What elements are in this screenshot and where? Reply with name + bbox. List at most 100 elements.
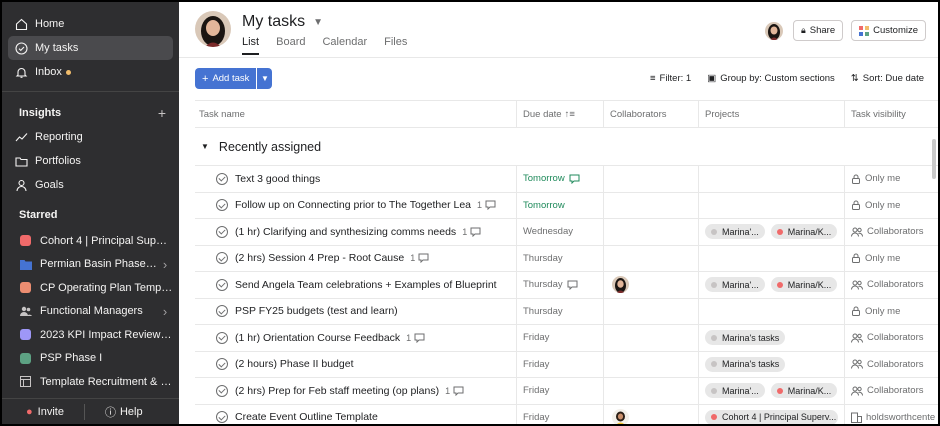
- user-avatar[interactable]: [195, 11, 231, 47]
- column-header-collaborators[interactable]: Collaborators: [604, 101, 699, 127]
- due-date-cell[interactable]: Thursday: [517, 272, 604, 298]
- collaborators-cell[interactable]: [604, 219, 699, 245]
- task-name-cell[interactable]: (2 hrs) Prep for Feb staff meeting (op p…: [195, 378, 517, 404]
- tab-list[interactable]: List: [242, 36, 260, 55]
- project-tag[interactable]: Marina/K...: [770, 383, 838, 399]
- visibility-cell[interactable]: Collaborators: [845, 378, 938, 404]
- visibility-cell[interactable]: Only me: [845, 299, 938, 325]
- column-header-projects[interactable]: Projects: [699, 101, 845, 127]
- subtask-count[interactable]: 1: [462, 227, 481, 237]
- tab-files[interactable]: Files: [384, 36, 407, 55]
- task-name-cell[interactable]: Follow up on Connecting prior to The Tog…: [195, 192, 517, 218]
- section-title[interactable]: ▼ Recently assigned: [195, 128, 517, 165]
- due-date-cell[interactable]: Thursday: [517, 245, 604, 271]
- collaborators-cell[interactable]: [604, 378, 699, 404]
- projects-cell[interactable]: [699, 245, 845, 271]
- visibility-cell[interactable]: Only me: [845, 193, 938, 219]
- task-name-cell[interactable]: (1 hr) Clarifying and synthesizing comms…: [195, 219, 517, 245]
- help-button[interactable]: Help: [120, 406, 143, 418]
- collaborators-cell[interactable]: [604, 404, 699, 424]
- collapse-triangle-icon[interactable]: ▼: [201, 142, 209, 151]
- visibility-cell[interactable]: Collaborators: [845, 352, 938, 378]
- complete-check-icon[interactable]: [216, 358, 228, 371]
- task-name[interactable]: PSP FY25 budgets (test and learn): [235, 305, 398, 317]
- project-tag[interactable]: Marina/K...: [770, 224, 838, 240]
- sort-button[interactable]: ⇅ Sort: Due date: [851, 73, 924, 84]
- collaborators-cell[interactable]: [604, 298, 699, 324]
- task-name-cell[interactable]: (2 hours) Phase II budget: [195, 351, 517, 377]
- customize-button[interactable]: Customize: [851, 20, 926, 41]
- projects-cell[interactable]: Marina's tasks: [699, 351, 845, 377]
- projects-cell[interactable]: Marina'... Marina/K...: [699, 219, 845, 245]
- member-avatar[interactable]: [764, 21, 783, 40]
- add-insight-button[interactable]: +: [158, 105, 166, 121]
- column-header-task-name[interactable]: Task name: [195, 101, 517, 127]
- scrollbar[interactable]: [932, 139, 936, 179]
- collaborator-avatar[interactable]: [612, 408, 629, 424]
- task-name-cell[interactable]: Create Event Outline Template: [195, 404, 517, 424]
- due-date-cell[interactable]: Wednesday: [517, 219, 604, 245]
- collaborators-cell[interactable]: [604, 192, 699, 218]
- add-task-button[interactable]: + Add task: [195, 68, 257, 89]
- projects-cell[interactable]: Marina'... Marina/K...: [699, 272, 845, 298]
- task-name[interactable]: Send Angela Team celebrations + Examples…: [235, 279, 497, 291]
- subtask-count[interactable]: 1: [410, 253, 429, 264]
- task-name[interactable]: (2 hrs) Session 4 Prep - Root Cause: [235, 252, 404, 264]
- collaborators-cell[interactable]: [604, 245, 699, 271]
- group-button[interactable]: ▣ Group by: Custom sections: [707, 73, 835, 84]
- complete-check-icon[interactable]: [216, 331, 228, 344]
- project-tag[interactable]: Marina'...: [705, 383, 765, 399]
- subtask-count[interactable]: 1: [477, 200, 496, 211]
- subtask-count[interactable]: 1: [406, 333, 425, 343]
- due-date-cell[interactable]: Tomorrow: [517, 192, 604, 218]
- visibility-cell[interactable]: Only me: [845, 166, 938, 192]
- complete-check-icon[interactable]: [216, 199, 228, 212]
- task-name[interactable]: Follow up on Connecting prior to The Tog…: [235, 199, 471, 211]
- collaborators-cell[interactable]: [604, 272, 699, 298]
- sidebar-item-inbox[interactable]: Inbox: [8, 60, 173, 84]
- chevron-right-icon[interactable]: ›: [157, 304, 173, 319]
- chevron-right-icon[interactable]: ›: [157, 257, 173, 272]
- table-row[interactable]: Follow up on Connecting prior to The Tog…: [195, 192, 938, 219]
- starred-item[interactable]: Permian Basin Phase ... ›: [8, 253, 173, 277]
- table-row[interactable]: Send Angela Team celebrations + Examples…: [195, 272, 938, 299]
- project-tag[interactable]: Marina's tasks: [705, 356, 786, 372]
- sidebar-item-reporting[interactable]: Reporting: [8, 125, 173, 149]
- visibility-cell[interactable]: Collaborators: [845, 219, 938, 245]
- complete-check-icon[interactable]: [216, 225, 228, 238]
- complete-check-icon[interactable]: [216, 411, 228, 424]
- complete-check-icon[interactable]: [216, 278, 228, 291]
- task-name-cell[interactable]: PSP FY25 budgets (test and learn): [195, 298, 517, 324]
- task-name[interactable]: (1 hr) Clarifying and synthesizing comms…: [235, 226, 456, 238]
- due-date-cell[interactable]: Tomorrow: [517, 166, 604, 192]
- tab-board[interactable]: Board: [276, 36, 305, 55]
- table-row[interactable]: (2 hrs) Prep for Feb staff meeting (op p…: [195, 378, 938, 405]
- project-tag[interactable]: Marina'...: [705, 277, 765, 293]
- invite-button[interactable]: Invite: [38, 406, 64, 418]
- table-row[interactable]: (2 hrs) Session 4 Prep - Root Cause 1 Thur…: [195, 245, 938, 272]
- task-name-cell[interactable]: Text 3 good things: [195, 166, 517, 192]
- subtask-count[interactable]: 1: [445, 386, 464, 396]
- table-row[interactable]: PSP FY25 budgets (test and learn) Thursda…: [195, 298, 938, 325]
- column-header-visibility[interactable]: Task visibility: [845, 101, 938, 127]
- due-date-cell[interactable]: Friday: [517, 325, 604, 351]
- task-name-cell[interactable]: (2 hrs) Session 4 Prep - Root Cause 1: [195, 245, 517, 271]
- filter-button[interactable]: ≡ Filter: 1: [650, 73, 691, 84]
- share-button[interactable]: 🔒︎ Share: [792, 20, 844, 41]
- collaborators-cell[interactable]: [604, 351, 699, 377]
- tab-calendar[interactable]: Calendar: [322, 36, 367, 55]
- sidebar-item-goals[interactable]: Goals: [8, 173, 173, 197]
- table-row[interactable]: Text 3 good things Tomorrow Only me: [195, 166, 938, 193]
- task-name-cell[interactable]: Send Angela Team celebrations + Examples…: [195, 272, 517, 298]
- table-row[interactable]: (1 hr) Orientation Course Feedback 1 Frida…: [195, 325, 938, 352]
- table-row[interactable]: (2 hours) Phase II budget Friday Marina's …: [195, 351, 938, 378]
- table-row[interactable]: Create Event Outline Template Friday Cohor…: [195, 404, 938, 425]
- projects-cell[interactable]: [699, 298, 845, 324]
- collaborators-cell[interactable]: [604, 166, 699, 192]
- visibility-cell[interactable]: holdsworthcente: [845, 405, 938, 425]
- due-date-cell[interactable]: Friday: [517, 378, 604, 404]
- column-header-due-date[interactable]: Due date ↑≡: [517, 101, 604, 127]
- task-name-cell[interactable]: (1 hr) Orientation Course Feedback 1: [195, 325, 517, 351]
- starred-item[interactable]: CP Operating Plan Templa...: [8, 276, 173, 300]
- projects-cell[interactable]: Marina's tasks: [699, 325, 845, 351]
